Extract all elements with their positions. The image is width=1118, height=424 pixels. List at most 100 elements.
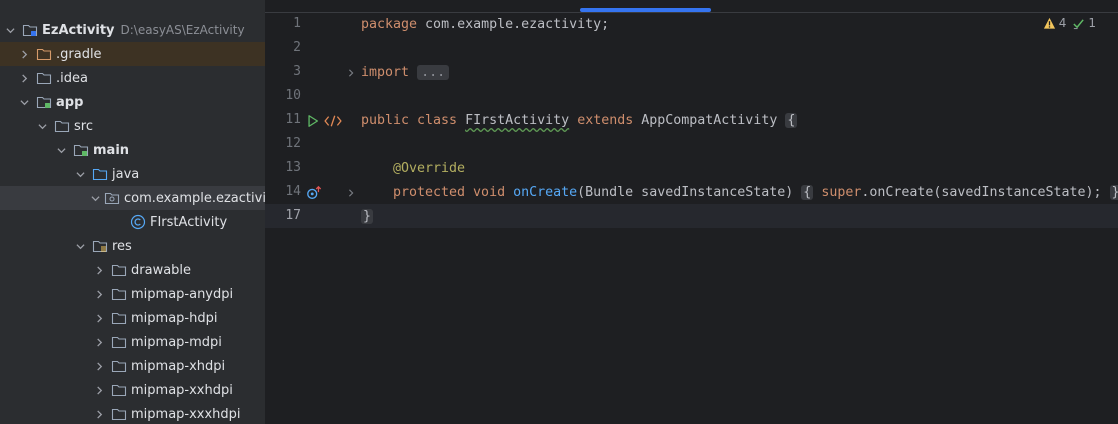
chevron-right-icon[interactable] [91, 406, 107, 422]
code-line-3[interactable]: import ... [361, 61, 450, 85]
chevron-down-icon[interactable] [72, 238, 88, 254]
tree-label: java [112, 166, 140, 182]
chevron-down-icon[interactable] [91, 190, 100, 206]
tree-item-gradle[interactable]: .gradle [0, 42, 265, 66]
chevron-down-icon[interactable] [16, 94, 32, 110]
folded-close-brace[interactable]: } [1109, 185, 1118, 200]
chevron-down-icon[interactable] [34, 118, 50, 134]
chevron-right-icon[interactable] [91, 286, 107, 302]
line-number: 10 [285, 88, 301, 103]
folder-icon [111, 262, 127, 278]
line-number: 13 [285, 160, 301, 175]
keyword: extends [577, 113, 634, 128]
line-number: 12 [285, 136, 301, 151]
project-tree: EzActivity D:\easyAS\EzActivity .gradle … [0, 0, 265, 424]
tree-item-root[interactable]: EzActivity D:\easyAS\EzActivity [0, 18, 265, 42]
keyword: public class [361, 113, 458, 128]
tree-item-mipmap-mdpi[interactable]: mipmap-mdpi [0, 330, 265, 354]
tree-item-mipmap-hdpi[interactable]: mipmap-hdpi [0, 306, 265, 330]
folder-icon [36, 70, 52, 86]
tree-label: drawable [131, 262, 192, 278]
folded-open-brace[interactable]: { [801, 185, 814, 200]
keyword: import [361, 65, 410, 80]
fold-chevron-icon[interactable] [345, 61, 357, 85]
tree-item-mipmap-xxxhdpi[interactable]: mipmap-xxxhdpi [0, 402, 265, 424]
chevron-down-icon[interactable] [72, 166, 88, 182]
code-editor[interactable]: 4 1 1 2 3 10 11 12 13 14 17 package com.… [265, 0, 1118, 424]
brace: } [361, 209, 374, 224]
project-path: D:\easyAS\EzActivity [120, 23, 245, 37]
chevron-right-icon[interactable] [16, 46, 32, 62]
keyword: package [361, 17, 418, 32]
tree-label: EzActivity [42, 22, 115, 38]
chevron-right-icon[interactable] [91, 262, 107, 278]
weak-warnings-count-label: 1 [1088, 16, 1096, 30]
tree-label: mipmap-xxxhdpi [131, 406, 241, 422]
source-set-folder-icon [73, 142, 89, 158]
tree-label: app [56, 94, 84, 110]
method-params: (Bundle savedInstanceState) [577, 185, 802, 200]
tree-label: mipmap-mdpi [131, 334, 222, 350]
keyword: super [821, 185, 862, 200]
code-line-17[interactable]: } [361, 205, 374, 229]
chevron-right-icon[interactable] [16, 70, 32, 86]
run-icon[interactable] [305, 113, 321, 129]
folder-icon [111, 358, 127, 374]
tree-item-mipmap-xxhdpi[interactable]: mipmap-xxhdpi [0, 378, 265, 402]
chevron-right-icon[interactable] [91, 358, 107, 374]
chevron-right-icon[interactable] [91, 334, 107, 350]
warnings-count[interactable]: 4 [1043, 16, 1067, 30]
tree-item-main[interactable]: main [0, 138, 265, 162]
chevron-down-icon[interactable] [53, 142, 69, 158]
method-name: onCreate [513, 185, 578, 200]
line-number: 2 [293, 40, 301, 55]
module-folder-icon [36, 94, 52, 110]
code-line-11[interactable]: public class FIrstActivity extends AppCo… [361, 109, 798, 133]
folder-icon [111, 406, 127, 422]
resource-folder-icon [92, 238, 108, 254]
tree-item-mipmap-xhdpi[interactable]: mipmap-xhdpi [0, 354, 265, 378]
tree-item-package[interactable]: com.example.ezactivity [0, 186, 265, 210]
line-number: 17 [285, 208, 301, 223]
source-folder-icon [92, 166, 108, 182]
tree-item-mipmap-anydpi[interactable]: mipmap-anydpi [0, 282, 265, 306]
tree-item-app[interactable]: app [0, 90, 265, 114]
java-class-icon [130, 214, 146, 230]
folded-imports[interactable]: ... [417, 65, 450, 80]
line-number: 3 [293, 64, 301, 79]
package-icon [104, 190, 120, 206]
warning-icon [1043, 17, 1055, 29]
tree-item-res[interactable]: res [0, 234, 265, 258]
inspections-widget[interactable]: 4 1 [1043, 16, 1096, 30]
override-icon[interactable] [305, 184, 323, 202]
line-number: 1 [293, 16, 301, 31]
warnings-count-label: 4 [1058, 16, 1067, 30]
chevron-right-icon[interactable] [91, 382, 107, 398]
tree-label: .gradle [56, 46, 102, 62]
tree-item-idea[interactable]: .idea [0, 66, 265, 90]
tree-item-firstactivity[interactable]: FIrstActivity [0, 210, 265, 234]
fold-chevron-icon[interactable] [345, 181, 357, 205]
chevron-down-icon[interactable] [2, 22, 18, 38]
brace: { [785, 113, 798, 128]
method-call: .onCreate(savedInstanceState); [861, 185, 1110, 200]
superclass-name: AppCompatActivity [633, 113, 786, 128]
chevron-right-icon[interactable] [91, 310, 107, 326]
code-line-1[interactable]: package com.example.ezactivity; [361, 13, 609, 37]
tree-item-src[interactable]: src [0, 114, 265, 138]
current-line-highlight [265, 204, 1118, 228]
tree-item-drawable[interactable]: drawable [0, 258, 265, 282]
tree-label: mipmap-xxhdpi [131, 382, 233, 398]
line-number: 11 [285, 112, 301, 127]
folder-icon [111, 334, 127, 350]
code-markup-icon[interactable] [323, 113, 343, 129]
code-line-14[interactable]: protected void onCreate(Bundle savedInst… [393, 181, 1118, 205]
weak-warnings-count[interactable]: 1 [1072, 16, 1096, 30]
tree-label: main [93, 142, 130, 158]
tree-item-java[interactable]: java [0, 162, 265, 186]
class-name: FIrstActivity [465, 113, 570, 128]
check-icon [1073, 18, 1085, 29]
line-number: 14 [285, 184, 301, 199]
tree-label: com.example.ezactivity [124, 190, 265, 206]
code-line-13[interactable]: @Override [393, 157, 465, 181]
